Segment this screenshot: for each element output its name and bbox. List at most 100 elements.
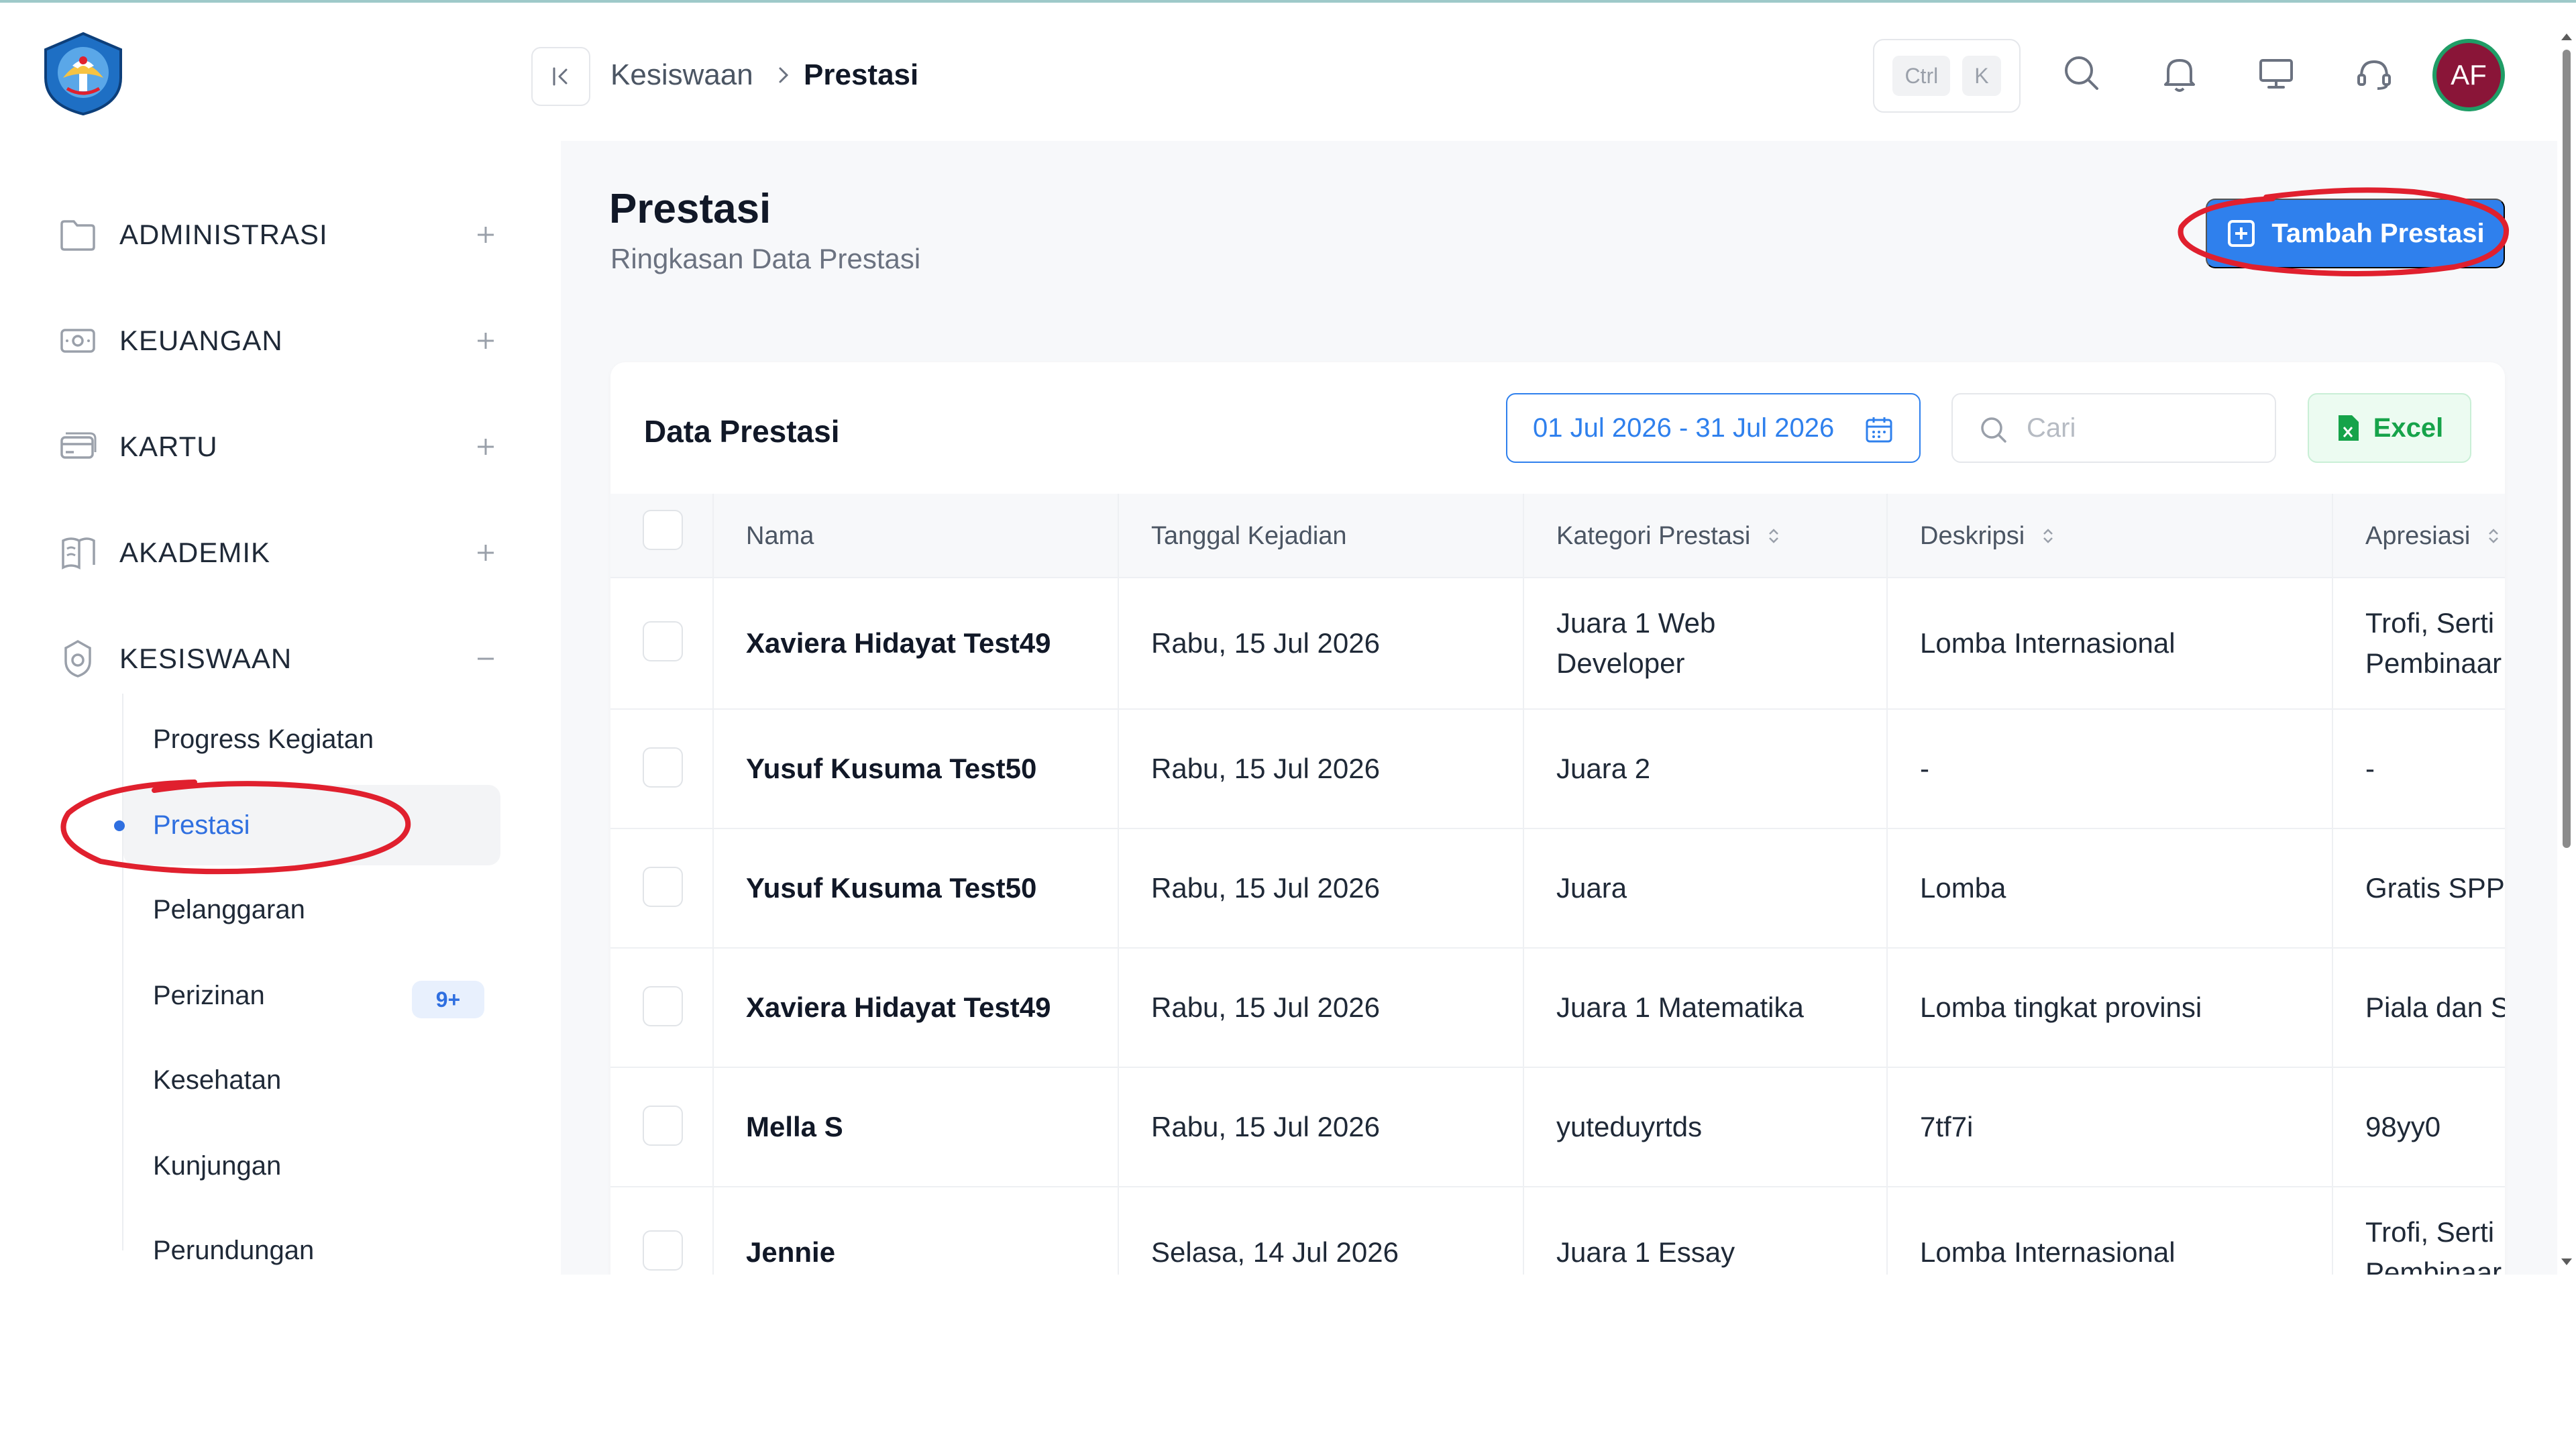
sidebar-item-kesehatan[interactable]: Kesehatan bbox=[123, 1040, 500, 1120]
cell-nama: Yusuf Kusuma Test50 bbox=[746, 872, 1037, 904]
excel-file-icon bbox=[2338, 415, 2359, 441]
cell-apresiasi: 98yy0 bbox=[2365, 1111, 2441, 1142]
table-row[interactable]: Xaviera Hidayat Test49 Rabu, 15 Jul 2026… bbox=[610, 578, 2505, 710]
expand-plus-icon[interactable] bbox=[472, 221, 499, 248]
sort-icon[interactable] bbox=[2483, 526, 2504, 546]
search-placeholder: Cari bbox=[2027, 413, 2076, 443]
cell-deskripsi: 7tf7i bbox=[1920, 1111, 1974, 1142]
sidebar-item-pelanggaran[interactable]: Pelanggaran bbox=[123, 869, 500, 950]
row-checkbox[interactable] bbox=[643, 867, 683, 907]
scrollbar-thumb[interactable] bbox=[2563, 50, 2571, 848]
table-header: Nama Tanggal Kejadian Kategori Prestasi … bbox=[610, 494, 2505, 578]
nav-section-akademik[interactable]: AKADEMIK bbox=[56, 519, 499, 586]
book-icon bbox=[62, 537, 95, 570]
plus-square-icon bbox=[2228, 220, 2255, 247]
table-row[interactable]: Mella S Rabu, 15 Jul 2026 yuteduyrtds 7t… bbox=[610, 1068, 2505, 1187]
cell-nama: Xaviera Hidayat Test49 bbox=[746, 627, 1051, 659]
monitor-icon[interactable] bbox=[2253, 50, 2300, 97]
date-range-text: 01 Jul 2026 - 31 Jul 2026 bbox=[1533, 413, 1835, 443]
sidebar-item-label: Pelanggaran bbox=[153, 894, 305, 924]
app-window: ADMINISTRASI KEUANGAN KARTU AKADEMIK KES… bbox=[0, 0, 2576, 1275]
cell-kategori: Juara 1 Essay bbox=[1556, 1236, 1735, 1268]
tambah-prestasi-button[interactable]: Tambah Prestasi bbox=[2206, 199, 2505, 268]
column-header-apresiasi[interactable]: Apresiasi bbox=[2365, 494, 2504, 578]
table-row[interactable]: Yusuf Kusuma Test50 Rabu, 15 Jul 2026 Ju… bbox=[610, 710, 2505, 829]
cell-kategori: Juara 2 bbox=[1556, 753, 1651, 784]
column-header-nama[interactable]: Nama bbox=[746, 494, 814, 578]
app-logo[interactable] bbox=[40, 31, 126, 117]
row-checkbox[interactable] bbox=[643, 1106, 683, 1146]
card-icon bbox=[60, 432, 97, 459]
table-row[interactable]: Yusuf Kusuma Test50 Rabu, 15 Jul 2026 Ju… bbox=[610, 829, 2505, 949]
cell-apresiasi: Trofi, Serti Pembinaar bbox=[2365, 1216, 2502, 1275]
sidebar-item-label: Perundungan bbox=[153, 1235, 315, 1265]
sidebar-item-kunjungan[interactable]: Kunjungan bbox=[123, 1126, 500, 1206]
vertical-scrollbar[interactable] bbox=[2557, 3, 2576, 1275]
cell-kategori: Juara 1 Matematika bbox=[1556, 991, 1804, 1023]
cell-tanggal: Rabu, 15 Jul 2026 bbox=[1151, 627, 1380, 659]
sidebar-item-label: Kunjungan bbox=[153, 1150, 282, 1181]
collapse-sidebar-button[interactable] bbox=[531, 47, 590, 106]
cell-tanggal: Rabu, 15 Jul 2026 bbox=[1151, 991, 1380, 1023]
cell-tanggal: Selasa, 14 Jul 2026 bbox=[1151, 1236, 1399, 1268]
expand-plus-icon[interactable] bbox=[472, 327, 499, 354]
topbar: Kesiswaan Prestasi Ctrl K AF bbox=[531, 3, 2576, 141]
nav-section-keuangan[interactable]: KEUANGAN bbox=[56, 307, 499, 374]
expand-plus-icon[interactable] bbox=[472, 433, 499, 460]
row-checkbox[interactable] bbox=[643, 1230, 683, 1271]
search-input[interactable]: Cari bbox=[1951, 393, 2276, 463]
cell-tanggal: Rabu, 15 Jul 2026 bbox=[1151, 872, 1380, 904]
column-label: Kategori Prestasi bbox=[1556, 521, 1751, 550]
cell-apresiasi: Piala dan S bbox=[2365, 991, 2505, 1023]
command-palette-shortcut[interactable]: Ctrl K bbox=[1873, 39, 2021, 113]
column-header-tanggal[interactable]: Tanggal Kejadian bbox=[1151, 494, 1347, 578]
cell-deskripsi: Lomba tingkat provinsi bbox=[1920, 991, 2202, 1023]
search-icon[interactable] bbox=[2058, 50, 2105, 97]
sidebar-item-prestasi[interactable]: Prestasi bbox=[114, 785, 500, 865]
cell-tanggal: Rabu, 15 Jul 2026 bbox=[1151, 1111, 1380, 1142]
sidebar-item-label: Kesehatan bbox=[153, 1065, 282, 1095]
cell-apresiasi: - bbox=[2365, 753, 2375, 784]
nav-section-administrasi[interactable]: ADMINISTRASI bbox=[56, 201, 499, 268]
sidebar-item-progress-kegiatan[interactable]: Progress Kegiatan bbox=[123, 699, 500, 780]
export-excel-label: Excel bbox=[2373, 413, 2444, 443]
expand-plus-icon[interactable] bbox=[472, 539, 499, 566]
collapse-minus-icon[interactable] bbox=[472, 645, 499, 672]
column-header-kategori[interactable]: Kategori Prestasi bbox=[1556, 494, 1784, 578]
date-range-filter[interactable]: 01 Jul 2026 - 31 Jul 2026 bbox=[1506, 393, 1921, 463]
scroll-up-arrow-icon[interactable] bbox=[2559, 30, 2575, 43]
row-checkbox[interactable] bbox=[643, 747, 683, 788]
nav-section-kartu[interactable]: KARTU bbox=[56, 413, 499, 480]
sidebar-item-perundungan[interactable]: Perundungan bbox=[123, 1210, 500, 1275]
cell-kategori: yuteduyrtds bbox=[1556, 1111, 1703, 1142]
column-header-deskripsi[interactable]: Deskripsi bbox=[1920, 494, 2058, 578]
cell-deskripsi: Lomba bbox=[1920, 872, 2006, 904]
cell-tanggal: Rabu, 15 Jul 2026 bbox=[1151, 753, 1380, 784]
select-all-checkbox[interactable] bbox=[643, 510, 683, 550]
user-avatar[interactable]: AF bbox=[2432, 39, 2505, 111]
student-badge-icon bbox=[64, 639, 91, 678]
search-icon bbox=[1981, 417, 2006, 443]
notification-badge: 9+ bbox=[412, 981, 484, 1018]
sidebar-item-perizinan[interactable]: Perizinan 9+ bbox=[123, 955, 500, 1036]
sort-icon[interactable] bbox=[1764, 526, 1784, 546]
cell-nama: Xaviera Hidayat Test49 bbox=[746, 991, 1051, 1023]
row-checkbox[interactable] bbox=[643, 986, 683, 1026]
nav-section-kesiswaan[interactable]: KESISWAAN bbox=[56, 625, 499, 692]
breadcrumb-chevron-icon bbox=[779, 67, 789, 83]
headset-support-icon[interactable] bbox=[2351, 50, 2398, 97]
cell-kategori: Juara 1 Web Developer bbox=[1556, 607, 1716, 679]
sort-icon[interactable] bbox=[2038, 526, 2058, 546]
export-excel-button[interactable]: Excel bbox=[2308, 393, 2471, 463]
scroll-down-arrow-icon[interactable] bbox=[2559, 1256, 2575, 1269]
row-checkbox[interactable] bbox=[643, 621, 683, 661]
tambah-prestasi-label: Tambah Prestasi bbox=[2271, 218, 2485, 248]
breadcrumb-parent[interactable]: Kesiswaan bbox=[610, 56, 753, 94]
breadcrumb-current: Prestasi bbox=[804, 58, 919, 91]
table-row[interactable]: Xaviera Hidayat Test49 Rabu, 15 Jul 2026… bbox=[610, 949, 2505, 1068]
cell-kategori: Juara bbox=[1556, 872, 1627, 904]
bell-icon[interactable] bbox=[2156, 50, 2203, 97]
column-label: Tanggal Kejadian bbox=[1151, 521, 1347, 550]
cell-nama: Mella S bbox=[746, 1111, 843, 1142]
table-row[interactable]: Jennie Selasa, 14 Jul 2026 Juara 1 Essay… bbox=[610, 1187, 2505, 1275]
